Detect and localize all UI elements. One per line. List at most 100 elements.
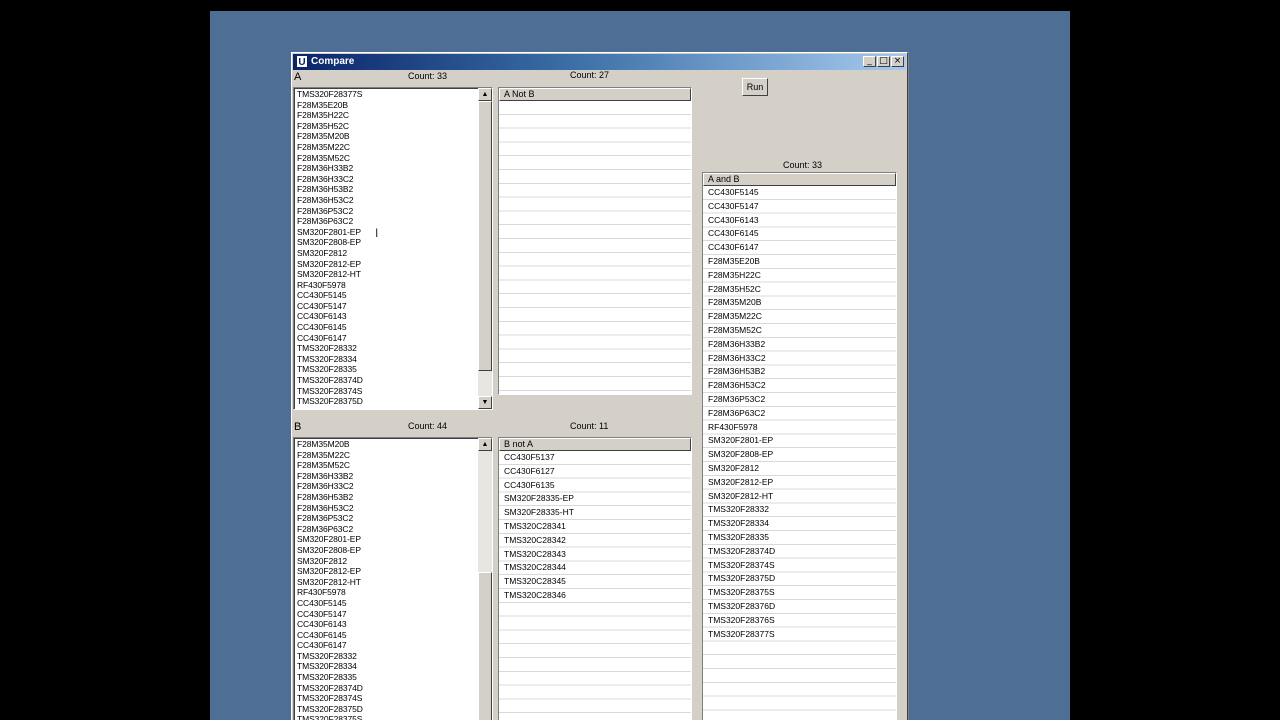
- close-button[interactable]: ×: [891, 56, 904, 67]
- a-and-b-header[interactable]: A and B: [703, 173, 896, 186]
- minimize-button[interactable]: _: [863, 56, 876, 67]
- table-row[interactable]: SM320F2812: [703, 462, 896, 476]
- list-item[interactable]: F28M36P63C2: [297, 524, 476, 535]
- table-row[interactable]: F28M35H22C: [703, 269, 896, 283]
- maximize-button[interactable]: □: [877, 56, 890, 67]
- list-item[interactable]: SM320F2812: [297, 556, 476, 567]
- table-row[interactable]: SM320F2801-EP: [703, 434, 896, 448]
- list-item[interactable]: SM320F2801-EP: [297, 227, 476, 238]
- table-row[interactable]: TMS320F28334: [703, 517, 896, 531]
- table-row[interactable]: TMS320C28344: [499, 561, 691, 575]
- table-row[interactable]: F28M35E20B: [703, 255, 896, 269]
- scroll-down-arrow-icon[interactable]: ▼: [478, 396, 492, 409]
- list-item[interactable]: TMS320F28374D: [297, 375, 476, 386]
- list-item[interactable]: F28M36H53B2: [297, 492, 476, 503]
- list-item[interactable]: CC430F5147: [297, 301, 476, 312]
- table-row[interactable]: TMS320F28375S: [703, 586, 896, 600]
- table-row[interactable]: CC430F5147: [703, 200, 896, 214]
- title-bar[interactable]: U Compare _ □ ×: [293, 54, 906, 70]
- list-item[interactable]: CC430F6147: [297, 640, 476, 651]
- list-a[interactable]: TMS320F28377S F28M35E20B F28M35H22C F28M35H…: [293, 87, 493, 410]
- scroll-up-arrow-icon[interactable]: ▲: [478, 438, 492, 451]
- list-item[interactable]: CC430F5145: [297, 290, 476, 301]
- list-item[interactable]: TMS320F28374S: [297, 386, 476, 397]
- table-row[interactable]: SM320F2808-EP: [703, 448, 896, 462]
- a-and-b-grid[interactable]: A and B CC430F5145 CC430F5147 CC430F6143 CC…: [702, 172, 897, 720]
- table-row[interactable]: F28M36H33C2: [703, 352, 896, 366]
- list-item[interactable]: TMS320F28334: [297, 354, 476, 365]
- table-row[interactable]: F28M36H33B2: [703, 338, 896, 352]
- table-row[interactable]: CC430F6147: [703, 241, 896, 255]
- list-item[interactable]: CC430F6147: [297, 333, 476, 344]
- list-item[interactable]: TMS320F28375S: [297, 714, 476, 720]
- table-row[interactable]: SM320F2812-HT: [703, 490, 896, 504]
- list-item[interactable]: CC430F6143: [297, 311, 476, 322]
- table-row[interactable]: TMS320F28374D: [703, 545, 896, 559]
- list-item[interactable]: SM320F2812-EP: [297, 259, 476, 270]
- list-item[interactable]: SM320F2808-EP: [297, 237, 476, 248]
- a-not-b-header[interactable]: A Not B: [499, 88, 691, 101]
- list-item[interactable]: F28M36H53C2: [297, 195, 476, 206]
- table-row[interactable]: TMS320F28374S: [703, 559, 896, 573]
- table-row[interactable]: F28M35M22C: [703, 310, 896, 324]
- table-row[interactable]: SM320F28335-EP: [499, 492, 691, 506]
- list-item[interactable]: F28M36H53C2: [297, 503, 476, 514]
- scroll-thumb[interactable]: [478, 101, 492, 371]
- b-not-a-grid[interactable]: B not A CC430F5137 CC430F6127 CC430F6135 SM…: [498, 437, 692, 720]
- list-item[interactable]: CC430F5147: [297, 609, 476, 620]
- table-row[interactable]: SM320F28335-HT: [499, 506, 691, 520]
- table-row[interactable]: TMS320F28376D: [703, 600, 896, 614]
- scroll-up-arrow-icon[interactable]: ▲: [478, 88, 492, 101]
- list-item[interactable]: CC430F6145: [297, 322, 476, 333]
- table-row[interactable]: TMS320C28346: [499, 589, 691, 603]
- list-item[interactable]: TMS320F28375D: [297, 396, 476, 407]
- list-item[interactable]: SM320F2812-HT: [297, 577, 476, 588]
- table-row[interactable]: TMS320C28342: [499, 534, 691, 548]
- a-not-b-grid[interactable]: A Not B: [498, 87, 692, 395]
- table-row[interactable]: TMS320C28341: [499, 520, 691, 534]
- list-item[interactable]: CC430F6143: [297, 619, 476, 630]
- list-item[interactable]: TMS320F28335: [297, 672, 476, 683]
- b-not-a-header[interactable]: B not A: [499, 438, 691, 451]
- list-item[interactable]: F28M35M22C: [297, 450, 476, 461]
- table-row[interactable]: F28M36P63C2: [703, 407, 896, 421]
- table-row[interactable]: F28M36H53C2: [703, 379, 896, 393]
- table-row[interactable]: CC430F6143: [703, 214, 896, 228]
- table-row[interactable]: F28M35M20B: [703, 296, 896, 310]
- table-row[interactable]: CC430F6127: [499, 465, 691, 479]
- list-a-scrollbar[interactable]: ▲ ▼: [478, 88, 492, 409]
- list-item[interactable]: F28M35H22C: [297, 110, 476, 121]
- list-item[interactable]: SM320F2812-HT: [297, 269, 476, 280]
- list-item[interactable]: TMS320F28374D: [297, 683, 476, 694]
- list-item[interactable]: SM320F2812: [297, 248, 476, 259]
- list-item[interactable]: RF430F5978: [297, 280, 476, 291]
- list-item[interactable]: F28M36H33C2: [297, 174, 476, 185]
- list-item[interactable]: F28M36H53B2: [297, 184, 476, 195]
- list-item[interactable]: SM320F2801-EP: [297, 534, 476, 545]
- list-item[interactable]: F28M36H33B2: [297, 471, 476, 482]
- list-item[interactable]: TMS320F28374S: [297, 693, 476, 704]
- table-row[interactable]: F28M36P53C2: [703, 393, 896, 407]
- list-b[interactable]: F28M35M20B F28M35M22C F28M35M52C F28M36H33B…: [293, 437, 493, 720]
- list-item[interactable]: F28M36H33C2: [297, 481, 476, 492]
- table-row[interactable]: TMS320F28375D: [703, 572, 896, 586]
- table-row[interactable]: F28M35M52C: [703, 324, 896, 338]
- list-item[interactable]: TMS320F28375D: [297, 704, 476, 715]
- list-item[interactable]: F28M35M52C: [297, 153, 476, 164]
- table-row[interactable]: F28M36H53B2: [703, 365, 896, 379]
- table-row[interactable]: TMS320C28343: [499, 548, 691, 562]
- list-item[interactable]: RF430F5978: [297, 587, 476, 598]
- table-row[interactable]: SM320F2812-EP: [703, 476, 896, 490]
- list-item[interactable]: F28M35M22C: [297, 142, 476, 153]
- list-item[interactable]: F28M36P53C2: [297, 513, 476, 524]
- run-button[interactable]: Run: [742, 78, 768, 96]
- list-item[interactable]: TMS320F28335: [297, 364, 476, 375]
- list-item[interactable]: SM320F2808-EP: [297, 545, 476, 556]
- table-row[interactable]: CC430F6145: [703, 227, 896, 241]
- list-item[interactable]: CC430F6145: [297, 630, 476, 641]
- table-row[interactable]: CC430F6135: [499, 479, 691, 493]
- list-item[interactable]: SM320F2812-EP: [297, 566, 476, 577]
- table-row[interactable]: TMS320F28332: [703, 503, 896, 517]
- table-row[interactable]: TMS320C28345: [499, 575, 691, 589]
- list-item[interactable]: F28M35M20B: [297, 131, 476, 142]
